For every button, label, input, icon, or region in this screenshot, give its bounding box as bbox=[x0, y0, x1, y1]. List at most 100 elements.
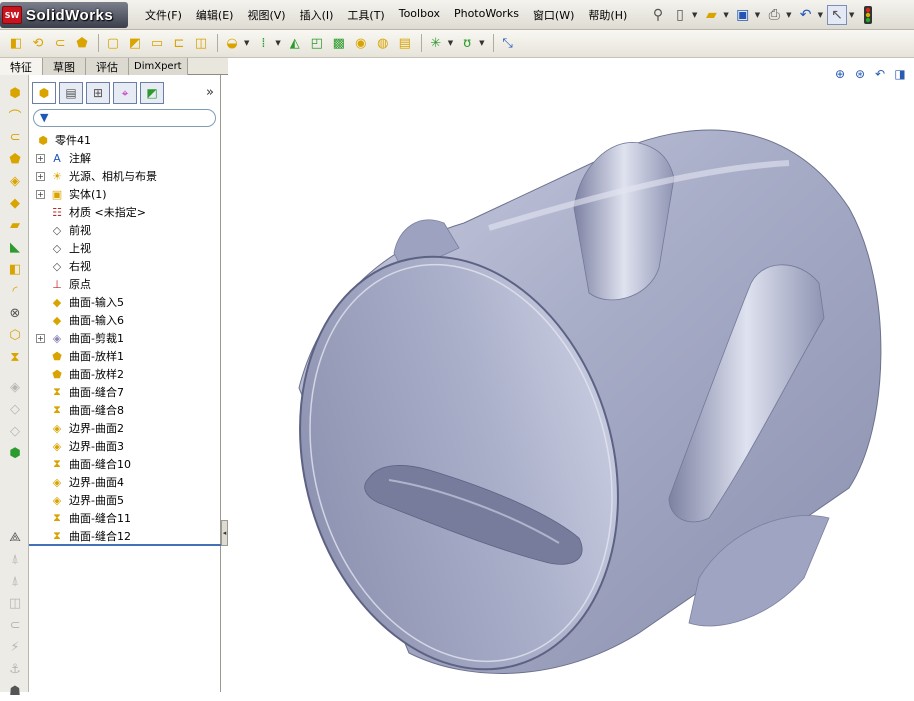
tab-dimxpert[interactable]: DimXpert bbox=[129, 58, 188, 75]
menu-view[interactable]: 视图(V) bbox=[240, 7, 292, 23]
print-icon[interactable]: ⎙ bbox=[764, 5, 784, 25]
select-dropdown-icon[interactable]: ▼ bbox=[849, 11, 854, 19]
ruled-surface-icon[interactable]: ◧ bbox=[5, 259, 25, 279]
linear-pattern-icon[interactable]: ⁞ bbox=[253, 33, 273, 53]
expand-toggle-icon[interactable]: + bbox=[36, 189, 45, 199]
pin-icon[interactable]: ⚲ bbox=[648, 5, 668, 25]
solidworks-logo[interactable]: SW SolidWorks bbox=[2, 4, 113, 26]
loft-icon[interactable]: ⬟ bbox=[72, 33, 92, 53]
menu-file[interactable]: 文件(F) bbox=[138, 7, 189, 23]
graphics-area[interactable]: ⊕ ⊛ ↶ ◨ bbox=[229, 58, 914, 692]
rollback-bar[interactable] bbox=[29, 544, 221, 546]
offset-surface-icon[interactable]: ◣ bbox=[5, 237, 25, 257]
save-icon[interactable]: ▣ bbox=[733, 5, 753, 25]
revolved-surface-icon[interactable]: ⌒ bbox=[5, 105, 25, 125]
chamfer-icon[interactable]: ◩ bbox=[125, 33, 145, 53]
fillet-icon[interactable]: ▢ bbox=[103, 33, 123, 53]
tree-node[interactable]: ◇ 上视 bbox=[29, 239, 221, 257]
draft-icon[interactable]: ◫ bbox=[191, 33, 211, 53]
section-view-icon[interactable]: ◨ bbox=[890, 65, 910, 83]
tree-node[interactable]: ◈ 边界-曲面2 bbox=[29, 419, 221, 437]
tree-node[interactable]: ◆ 曲面-输入6 bbox=[29, 311, 221, 329]
dome-icon[interactable]: ◒ bbox=[222, 33, 242, 53]
expand-toggle-icon[interactable]: + bbox=[36, 171, 45, 181]
tree-node[interactable]: + A 注解 bbox=[29, 149, 221, 167]
feature-manager-icon[interactable]: ⬢ bbox=[32, 82, 56, 104]
tree-node[interactable]: + ▣ 实体(1) bbox=[29, 185, 221, 203]
more-tabs-icon[interactable]: » bbox=[206, 85, 214, 100]
boundary-surface-icon[interactable]: ◈ bbox=[5, 171, 25, 191]
save-dropdown-icon[interactable]: ▼ bbox=[755, 11, 760, 19]
new-dropdown-icon[interactable]: ▼ bbox=[692, 11, 697, 19]
planar-surface-icon[interactable]: ▰ bbox=[5, 215, 25, 235]
reference-dropdown-icon[interactable]: ▼ bbox=[448, 39, 453, 47]
select-pointer-icon[interactable]: ↖ bbox=[826, 5, 847, 25]
replace-face-icon[interactable]: ⬡ bbox=[5, 325, 25, 345]
menu-edit[interactable]: 编辑(E) bbox=[189, 7, 241, 23]
tree-node[interactable]: ⧗ 曲面-缝合11 bbox=[29, 509, 221, 527]
open-dropdown-icon[interactable]: ▼ bbox=[723, 11, 728, 19]
tree-node[interactable]: ⬟ 曲面-放样2 bbox=[29, 365, 221, 383]
tree-node[interactable]: ⧗ 曲面-缝合7 bbox=[29, 383, 221, 401]
rebuild-traffic-light-icon[interactable] bbox=[858, 5, 878, 25]
menu-toolbox[interactable]: Toolbox bbox=[392, 7, 447, 23]
tree-node[interactable]: + ☀ 光源、相机与布景 bbox=[29, 167, 221, 185]
revolve-icon[interactable]: ⟲ bbox=[28, 33, 48, 53]
expand-toggle-icon[interactable]: + bbox=[36, 333, 45, 343]
tree-node[interactable]: + ◈ 曲面-剪裁1 bbox=[29, 329, 221, 347]
knit-surface-icon[interactable]: ⧗ bbox=[5, 347, 25, 367]
curve-icon[interactable]: ʊ bbox=[457, 33, 477, 53]
tree-node[interactable]: ◈ 边界-曲面5 bbox=[29, 491, 221, 509]
tree-node[interactable]: ⬢ 零件41 bbox=[29, 131, 221, 149]
mirror-icon[interactable]: ◭ bbox=[285, 33, 305, 53]
surface-tool-icon[interactable]: ▤ bbox=[395, 33, 415, 53]
instant3d-icon[interactable]: ⤡ bbox=[498, 33, 518, 53]
zoom-to-area-icon[interactable]: ⊛ bbox=[850, 65, 870, 83]
new-document-icon[interactable]: ▯ bbox=[670, 5, 690, 25]
extruded-surface-icon[interactable]: ⬢ bbox=[5, 83, 25, 103]
configuration-manager-icon[interactable]: ⊞ bbox=[86, 82, 110, 104]
tree-node[interactable]: ☷ 材质 <未指定> bbox=[29, 203, 221, 221]
tab-evaluate[interactable]: 评估 bbox=[86, 58, 129, 75]
tree-node[interactable]: ◈ 边界-曲面3 bbox=[29, 437, 221, 455]
open-folder-icon[interactable]: ▰ bbox=[701, 5, 721, 25]
panel-splitter[interactable]: ◂ bbox=[221, 520, 228, 546]
curve-dropdown-icon[interactable]: ▼ bbox=[479, 39, 484, 47]
dimxpert-manager-icon[interactable]: ⌖ bbox=[113, 82, 137, 104]
boss-extrude-icon[interactable]: ◧ bbox=[6, 33, 26, 53]
mold-tools-icon[interactable]: ⟁ bbox=[5, 527, 25, 547]
undo-dropdown-icon[interactable]: ▼ bbox=[818, 11, 823, 19]
rib-icon[interactable]: ⊏ bbox=[169, 33, 189, 53]
point-icon[interactable]: ✳ bbox=[426, 33, 446, 53]
part-model[interactable] bbox=[229, 58, 914, 692]
delete-face-icon[interactable]: ⊗ bbox=[5, 303, 25, 323]
curves-icon[interactable]: ◉ bbox=[351, 33, 371, 53]
wrap-icon[interactable]: ◰ bbox=[307, 33, 327, 53]
swept-surface-icon[interactable]: ⊂ bbox=[5, 127, 25, 147]
tree-node[interactable]: ◆ 曲面-输入5 bbox=[29, 293, 221, 311]
display-manager-icon[interactable]: ◩ bbox=[140, 82, 164, 104]
tree-filter-input[interactable]: ▼ bbox=[33, 109, 216, 127]
shell-icon[interactable]: ▭ bbox=[147, 33, 167, 53]
tree-node[interactable]: ◇ 前视 bbox=[29, 221, 221, 239]
print-dropdown-icon[interactable]: ▼ bbox=[786, 11, 791, 19]
tooling-split-icon[interactable]: ☗ bbox=[5, 681, 25, 701]
previous-view-icon[interactable]: ↶ bbox=[870, 65, 890, 83]
tree-node[interactable]: ⧗ 曲面-缝合10 bbox=[29, 455, 221, 473]
tree-node[interactable]: ⧗ 曲面-缝合12 bbox=[29, 527, 221, 545]
tree-node[interactable]: ⬟ 曲面-放样1 bbox=[29, 347, 221, 365]
expand-toggle-icon[interactable]: + bbox=[36, 153, 45, 163]
tree-node[interactable]: ⊥ 原点 bbox=[29, 275, 221, 293]
lofted-surface-icon[interactable]: ⬟ bbox=[5, 149, 25, 169]
intersect-icon[interactable]: ▩ bbox=[329, 33, 349, 53]
filled-surface-icon[interactable]: ◆ bbox=[5, 193, 25, 213]
menu-window[interactable]: 窗口(W) bbox=[526, 7, 581, 23]
tree-node[interactable]: ⧗ 曲面-缝合8 bbox=[29, 401, 221, 419]
tab-features[interactable]: 特征 bbox=[0, 58, 43, 75]
sweep-icon[interactable]: ⊂ bbox=[50, 33, 70, 53]
menu-photoworks[interactable]: PhotoWorks bbox=[447, 7, 526, 23]
tree-node[interactable]: ◈ 边界-曲面4 bbox=[29, 473, 221, 491]
menu-tools[interactable]: 工具(T) bbox=[340, 7, 391, 23]
thicken-icon[interactable]: ⬢ bbox=[5, 443, 25, 463]
tab-sketch[interactable]: 草图 bbox=[43, 58, 86, 75]
